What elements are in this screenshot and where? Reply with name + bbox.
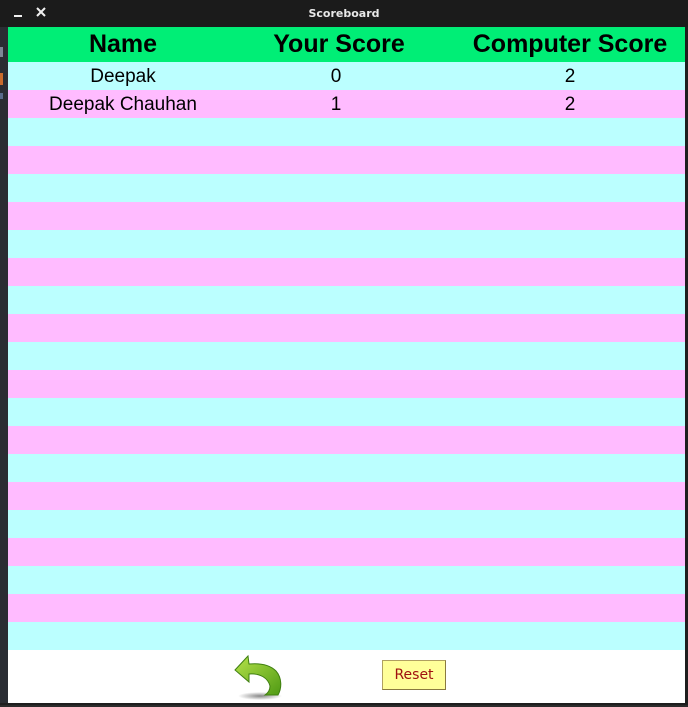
cell-name: Deepak Chauhan — [49, 94, 197, 115]
header-your-score: Your Score — [273, 30, 405, 58]
scoreboard-content: Name Your Score Computer Score Deepak 0 2 D… — [8, 27, 685, 703]
table-row — [8, 286, 685, 314]
background-window-edge — [0, 27, 8, 705]
title-bar: Scoreboard — [0, 0, 688, 27]
table-row: Deepak 0 2 — [8, 62, 685, 90]
table-row — [8, 370, 685, 398]
table-row: Deepak Chauhan 1 2 — [8, 90, 685, 118]
table-row — [8, 230, 685, 258]
cell-name: Deepak — [90, 66, 156, 87]
table-row — [8, 566, 685, 594]
window-title: Scoreboard — [308, 7, 380, 20]
scoreboard-window: Scoreboard Name Your Score Computer Scor… — [0, 0, 688, 705]
table-row — [8, 454, 685, 482]
cell-your-score: 1 — [330, 94, 342, 115]
table-row — [8, 258, 685, 286]
header-name: Name — [88, 30, 158, 58]
table-row — [8, 538, 685, 566]
table-row — [8, 622, 685, 650]
table-row — [8, 118, 685, 146]
table-row — [8, 510, 685, 538]
table-row — [8, 482, 685, 510]
footer-bar: Reset — [8, 650, 685, 703]
table-row — [8, 426, 685, 454]
table-row — [8, 202, 685, 230]
cell-computer-score: 2 — [564, 94, 576, 115]
table-row — [8, 314, 685, 342]
table-row — [8, 146, 685, 174]
table-header: Name Your Score Computer Score — [8, 27, 685, 62]
table-row — [8, 398, 685, 426]
table-row — [8, 342, 685, 370]
header-computer-score: Computer Score — [472, 30, 668, 58]
back-button[interactable] — [232, 652, 284, 702]
cell-computer-score: 2 — [564, 66, 576, 87]
table-row — [8, 174, 685, 202]
reset-button[interactable]: Reset — [382, 660, 446, 690]
table-row — [8, 594, 685, 622]
table-body: Deepak 0 2 Deepak Chauhan 1 2 — [8, 62, 685, 650]
cell-your-score: 0 — [330, 66, 342, 87]
back-arrow-icon — [234, 654, 282, 700]
